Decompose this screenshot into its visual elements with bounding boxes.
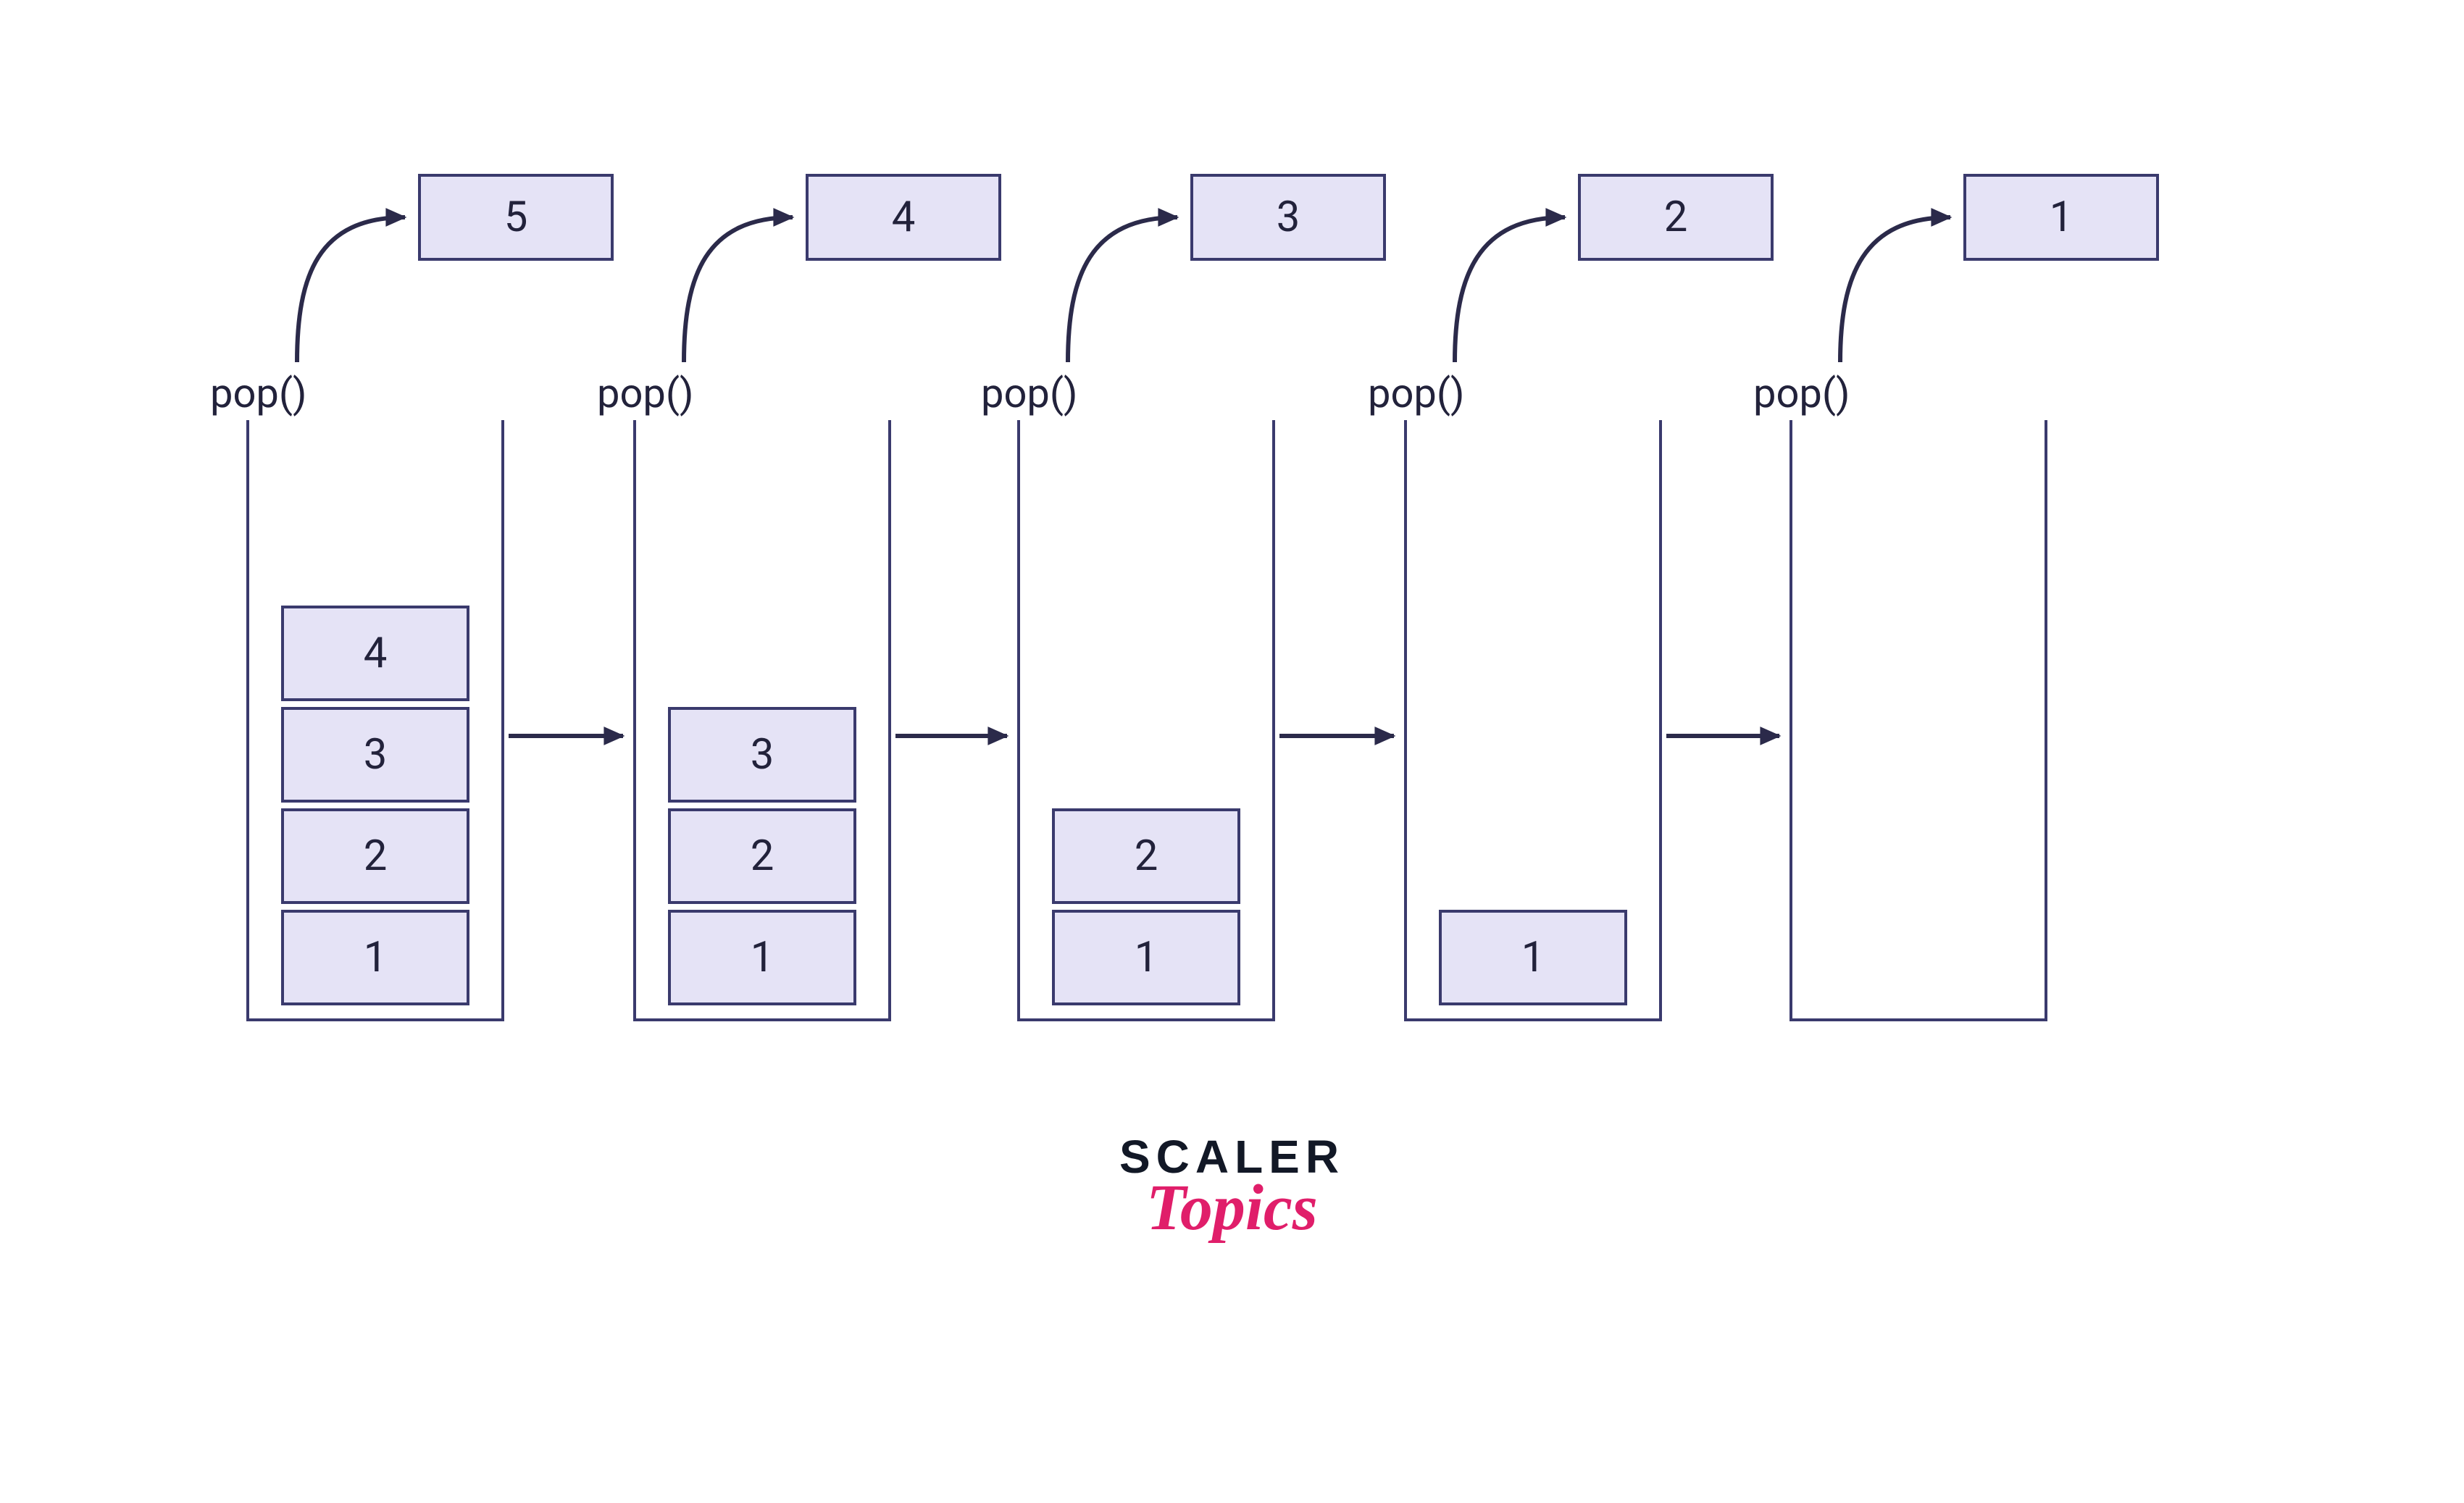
stack-container <box>1789 420 2047 1021</box>
pop-arrow <box>0 0 2464 1503</box>
brand-logo: SCALERTopics <box>1119 1130 1345 1245</box>
brand-logo-bottom: Topics <box>1119 1171 1345 1245</box>
diagram-canvas: 5pop()12344pop()1233pop()122pop()11pop()… <box>0 0 2464 1503</box>
